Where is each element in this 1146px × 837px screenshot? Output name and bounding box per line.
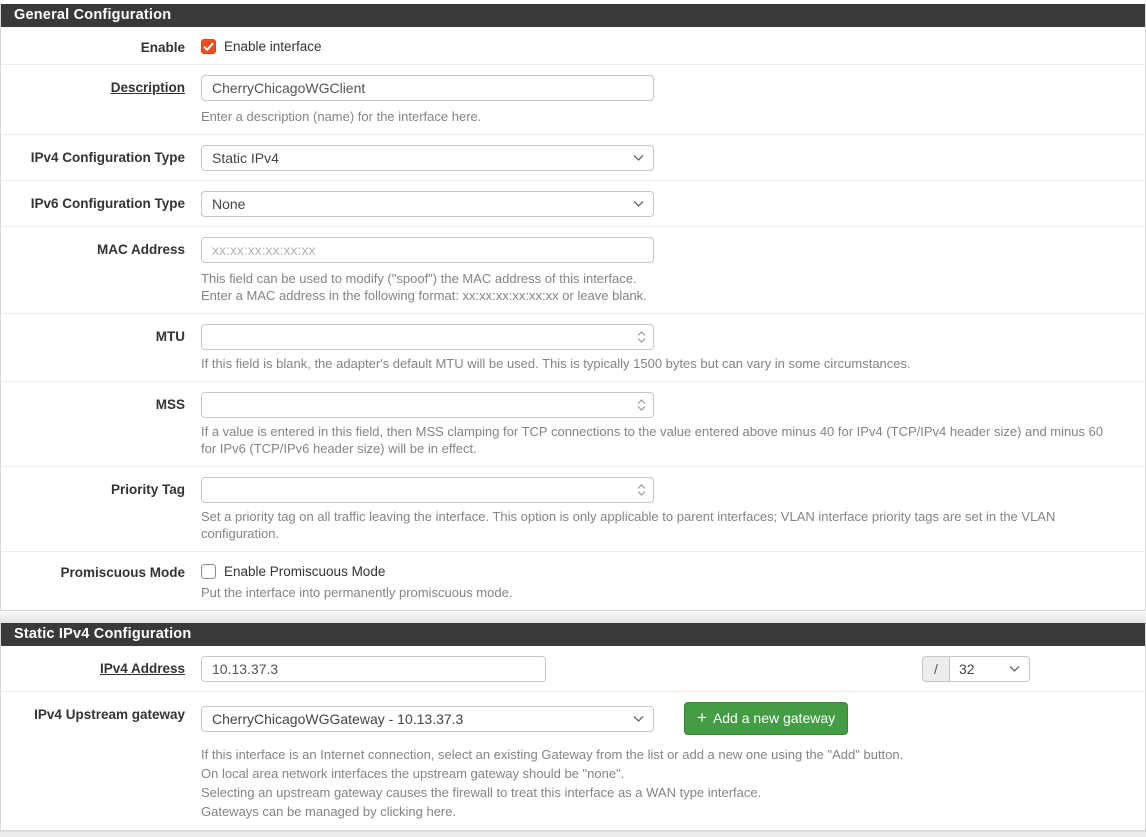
general-configuration-panel: General Configuration Enable Enable inte… bbox=[0, 4, 1146, 611]
priority-tag-input[interactable] bbox=[201, 477, 654, 503]
form-row-ipv4-address: IPv4 Address / 32 bbox=[1, 646, 1145, 692]
promiscuous-mode-checkbox[interactable] bbox=[201, 564, 216, 579]
description-help: Enter a description (name) for the inter… bbox=[201, 108, 1121, 125]
priority-tag-label: Priority Tag bbox=[1, 477, 193, 542]
form-row-enable: Enable Enable interface bbox=[1, 27, 1145, 65]
mtu-input[interactable] bbox=[201, 324, 654, 350]
description-label: Description bbox=[1, 75, 193, 125]
form-row-mss: MSS If a value is entered in this field,… bbox=[1, 382, 1145, 467]
static-ipv4-configuration-heading: Static IPv4 Configuration bbox=[1, 623, 1145, 646]
form-row-mtu: MTU If this field is blank, the adapter'… bbox=[1, 314, 1145, 382]
enable-interface-checkbox-label: Enable interface bbox=[224, 39, 322, 54]
enable-label: Enable bbox=[1, 37, 193, 55]
ipv4-address-input[interactable] bbox=[201, 656, 546, 682]
general-configuration-heading: General Configuration bbox=[1, 4, 1145, 27]
chevron-down-icon bbox=[633, 715, 644, 722]
ipv4-config-type-label: IPv4 Configuration Type bbox=[1, 145, 193, 171]
promiscuous-mode-help: Put the interface into permanently promi… bbox=[201, 584, 1121, 601]
description-input[interactable] bbox=[201, 75, 654, 101]
enable-interface-checkbox[interactable] bbox=[201, 39, 216, 54]
ipv6-config-type-label: IPv6 Configuration Type bbox=[1, 191, 193, 217]
form-row-promiscuous-mode: Promiscuous Mode Enable Promiscuous Mode… bbox=[1, 552, 1145, 610]
chevron-down-icon bbox=[633, 155, 644, 162]
ipv4-address-label: IPv4 Address bbox=[1, 656, 193, 682]
plus-icon: + bbox=[697, 711, 707, 725]
form-row-ipv4-upstream-gateway: IPv4 Upstream gateway CherryChicagoWGGat… bbox=[1, 692, 1145, 830]
promiscuous-mode-checkbox-label: Enable Promiscuous Mode bbox=[224, 564, 385, 579]
chevron-down-icon bbox=[633, 201, 644, 208]
mtu-label: MTU bbox=[1, 324, 193, 372]
form-row-priority-tag: Priority Tag Set a priority tag on all t… bbox=[1, 467, 1145, 552]
number-spinner-icon[interactable] bbox=[637, 399, 646, 412]
ipv4-upstream-gateway-label: IPv4 Upstream gateway bbox=[1, 702, 193, 821]
mac-address-input[interactable] bbox=[201, 237, 654, 263]
checkmark-icon bbox=[203, 42, 214, 52]
mss-input[interactable] bbox=[201, 392, 654, 418]
ipv6-config-type-select[interactable]: None bbox=[201, 191, 654, 217]
ipv4-upstream-gateway-select[interactable]: CherryChicagoWGGateway - 10.13.37.3 bbox=[201, 706, 654, 732]
static-ipv4-configuration-panel: Static IPv4 Configuration IPv4 Address /… bbox=[0, 623, 1146, 831]
number-spinner-icon[interactable] bbox=[637, 484, 646, 497]
priority-tag-help: Set a priority tag on all traffic leavin… bbox=[201, 508, 1121, 542]
mtu-help: If this field is blank, the adapter's de… bbox=[201, 355, 1121, 372]
mss-label: MSS bbox=[1, 392, 193, 457]
chevron-down-icon bbox=[1009, 666, 1020, 673]
form-row-ipv4-config-type: IPv4 Configuration Type Static IPv4 bbox=[1, 135, 1145, 181]
form-row-ipv6-config-type: IPv6 Configuration Type None bbox=[1, 181, 1145, 227]
form-row-mac-address: MAC Address This field can be used to mo… bbox=[1, 227, 1145, 314]
page-bottom-gap bbox=[0, 831, 1146, 837]
wan-type-interface-link[interactable]: WAN type interface bbox=[646, 785, 758, 800]
mac-address-label: MAC Address bbox=[1, 237, 193, 304]
add-new-gateway-button[interactable]: + Add a new gateway bbox=[684, 702, 848, 735]
mss-help: If a value is entered in this field, the… bbox=[201, 423, 1121, 457]
mac-address-help: This field can be used to modify ("spoof… bbox=[201, 270, 1121, 304]
ipv4-upstream-gateway-help: If this interface is an Internet connect… bbox=[201, 745, 1130, 821]
number-spinner-icon[interactable] bbox=[637, 331, 646, 344]
subnet-mask-group: / 32 bbox=[922, 656, 1030, 682]
ipv4-config-type-select[interactable]: Static IPv4 bbox=[201, 145, 654, 171]
panel-gap bbox=[0, 611, 1146, 623]
interface-config-page: General Configuration Enable Enable inte… bbox=[0, 0, 1146, 837]
subnet-mask-select[interactable]: 32 bbox=[949, 656, 1030, 682]
form-row-description: Description Enter a description (name) f… bbox=[1, 65, 1145, 135]
slash-addon: / bbox=[922, 656, 949, 682]
promiscuous-mode-label: Promiscuous Mode bbox=[1, 562, 193, 601]
clicking-here-link[interactable]: clicking here bbox=[380, 804, 452, 819]
